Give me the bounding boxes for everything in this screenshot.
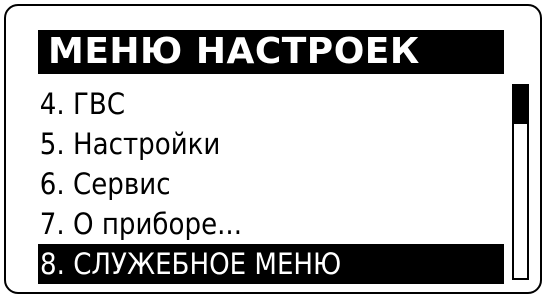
scrollbar-thumb[interactable]	[514, 86, 527, 124]
menu-item-label: 7. О приборе...	[39, 207, 243, 241]
menu-item-service-menu[interactable]: 8. СЛУЖЕБНОЕ МЕНЮ	[38, 244, 504, 284]
menu-title: МЕНЮ НАСТРОЕК	[38, 30, 504, 74]
menu-item-label: 6. Сервис	[39, 167, 171, 201]
menu-item-about-device[interactable]: 7. О приборе...	[38, 204, 457, 244]
settings-menu: 4. ГВС 5. Настройки 6. Сервис 7. О прибо…	[38, 84, 504, 284]
menu-item-hot-water[interactable]: 4. ГВС	[38, 84, 457, 124]
menu-item-label: 5. Настройки	[39, 127, 221, 161]
menu-item-label: 4. ГВС	[39, 87, 126, 121]
menu-item-label: 8. СЛУЖЕБНОЕ МЕНЮ	[40, 247, 342, 281]
menu-scrollbar[interactable]	[512, 84, 529, 280]
menu-item-service[interactable]: 6. Сервис	[38, 164, 457, 204]
menu-item-settings[interactable]: 5. Настройки	[38, 124, 457, 164]
